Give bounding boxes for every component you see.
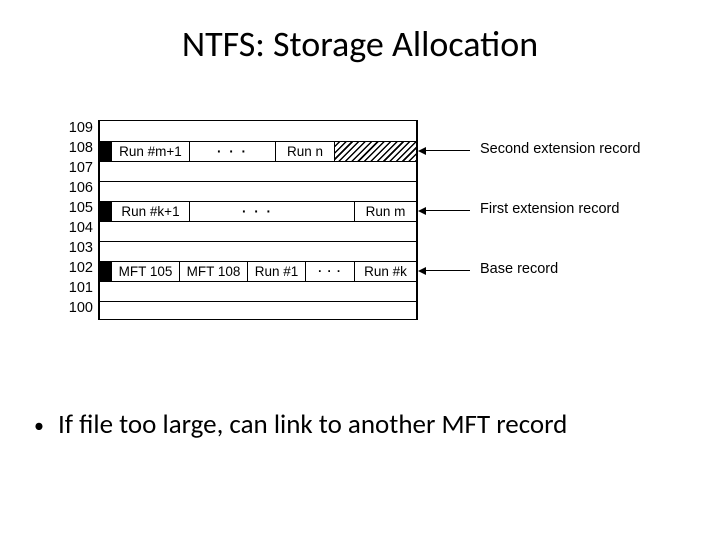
bullet-item: • If file too large, can link to another… bbox=[34, 408, 680, 444]
dots-icon: · · · bbox=[190, 141, 275, 161]
row-num-108: 108 bbox=[69, 140, 93, 156]
cell-run-1: Run #1 bbox=[248, 261, 306, 281]
row-num-102: 102 bbox=[69, 260, 93, 276]
arrow-icon bbox=[420, 150, 470, 151]
cell-run-m: Run m bbox=[354, 201, 416, 221]
row-num-101: 101 bbox=[69, 280, 93, 296]
row-num-105: 105 bbox=[69, 200, 93, 216]
label-second-ext: Second extension record bbox=[480, 141, 640, 157]
bullet-dot-icon: • bbox=[34, 408, 44, 444]
cell-run-m1: Run #m+1 bbox=[112, 141, 190, 161]
bullet-text: If file too large, can link to another M… bbox=[58, 408, 567, 441]
dots-icon: · · · bbox=[190, 201, 325, 221]
cell-run-k: Run #k bbox=[354, 261, 416, 281]
row-num-107: 107 bbox=[69, 160, 93, 176]
arrow-icon bbox=[420, 270, 470, 271]
black-tab bbox=[100, 261, 112, 281]
row-num-104: 104 bbox=[69, 220, 93, 236]
label-first-ext: First extension record bbox=[480, 201, 619, 217]
black-tab bbox=[100, 201, 112, 221]
cell-run-k1: Run #k+1 bbox=[112, 201, 190, 221]
arrow-icon bbox=[420, 210, 470, 211]
record-102: MFT 105 MFT 108 Run #1 · · · Run #k bbox=[100, 261, 416, 281]
hatched-region bbox=[335, 141, 417, 161]
bullet-list: • If file too large, can link to another… bbox=[34, 408, 680, 444]
cell-mft-105: MFT 105 bbox=[112, 261, 180, 281]
row-num-100: 100 bbox=[69, 300, 93, 316]
dots-icon: · · · bbox=[306, 261, 354, 281]
black-tab bbox=[100, 141, 112, 161]
mft-diagram: 109 108 107 106 105 104 103 102 101 100 bbox=[60, 120, 660, 335]
record-105: Run #k+1 · · · Run m bbox=[100, 201, 416, 221]
record-108: Run #m+1 · · · Run n bbox=[100, 141, 416, 161]
slide: NTFS: Storage Allocation 109 108 107 106… bbox=[0, 0, 720, 540]
row-num-109: 109 bbox=[69, 120, 93, 136]
cell-run-n: Run n bbox=[275, 141, 335, 161]
row-num-103: 103 bbox=[69, 240, 93, 256]
cell-mft-108: MFT 108 bbox=[180, 261, 248, 281]
mft-grid: Run #m+1 · · · Run n Run #k+1 · · · Run … bbox=[98, 120, 418, 320]
row-num-106: 106 bbox=[69, 180, 93, 196]
slide-title: NTFS: Storage Allocation bbox=[0, 22, 720, 66]
label-base: Base record bbox=[480, 261, 558, 277]
